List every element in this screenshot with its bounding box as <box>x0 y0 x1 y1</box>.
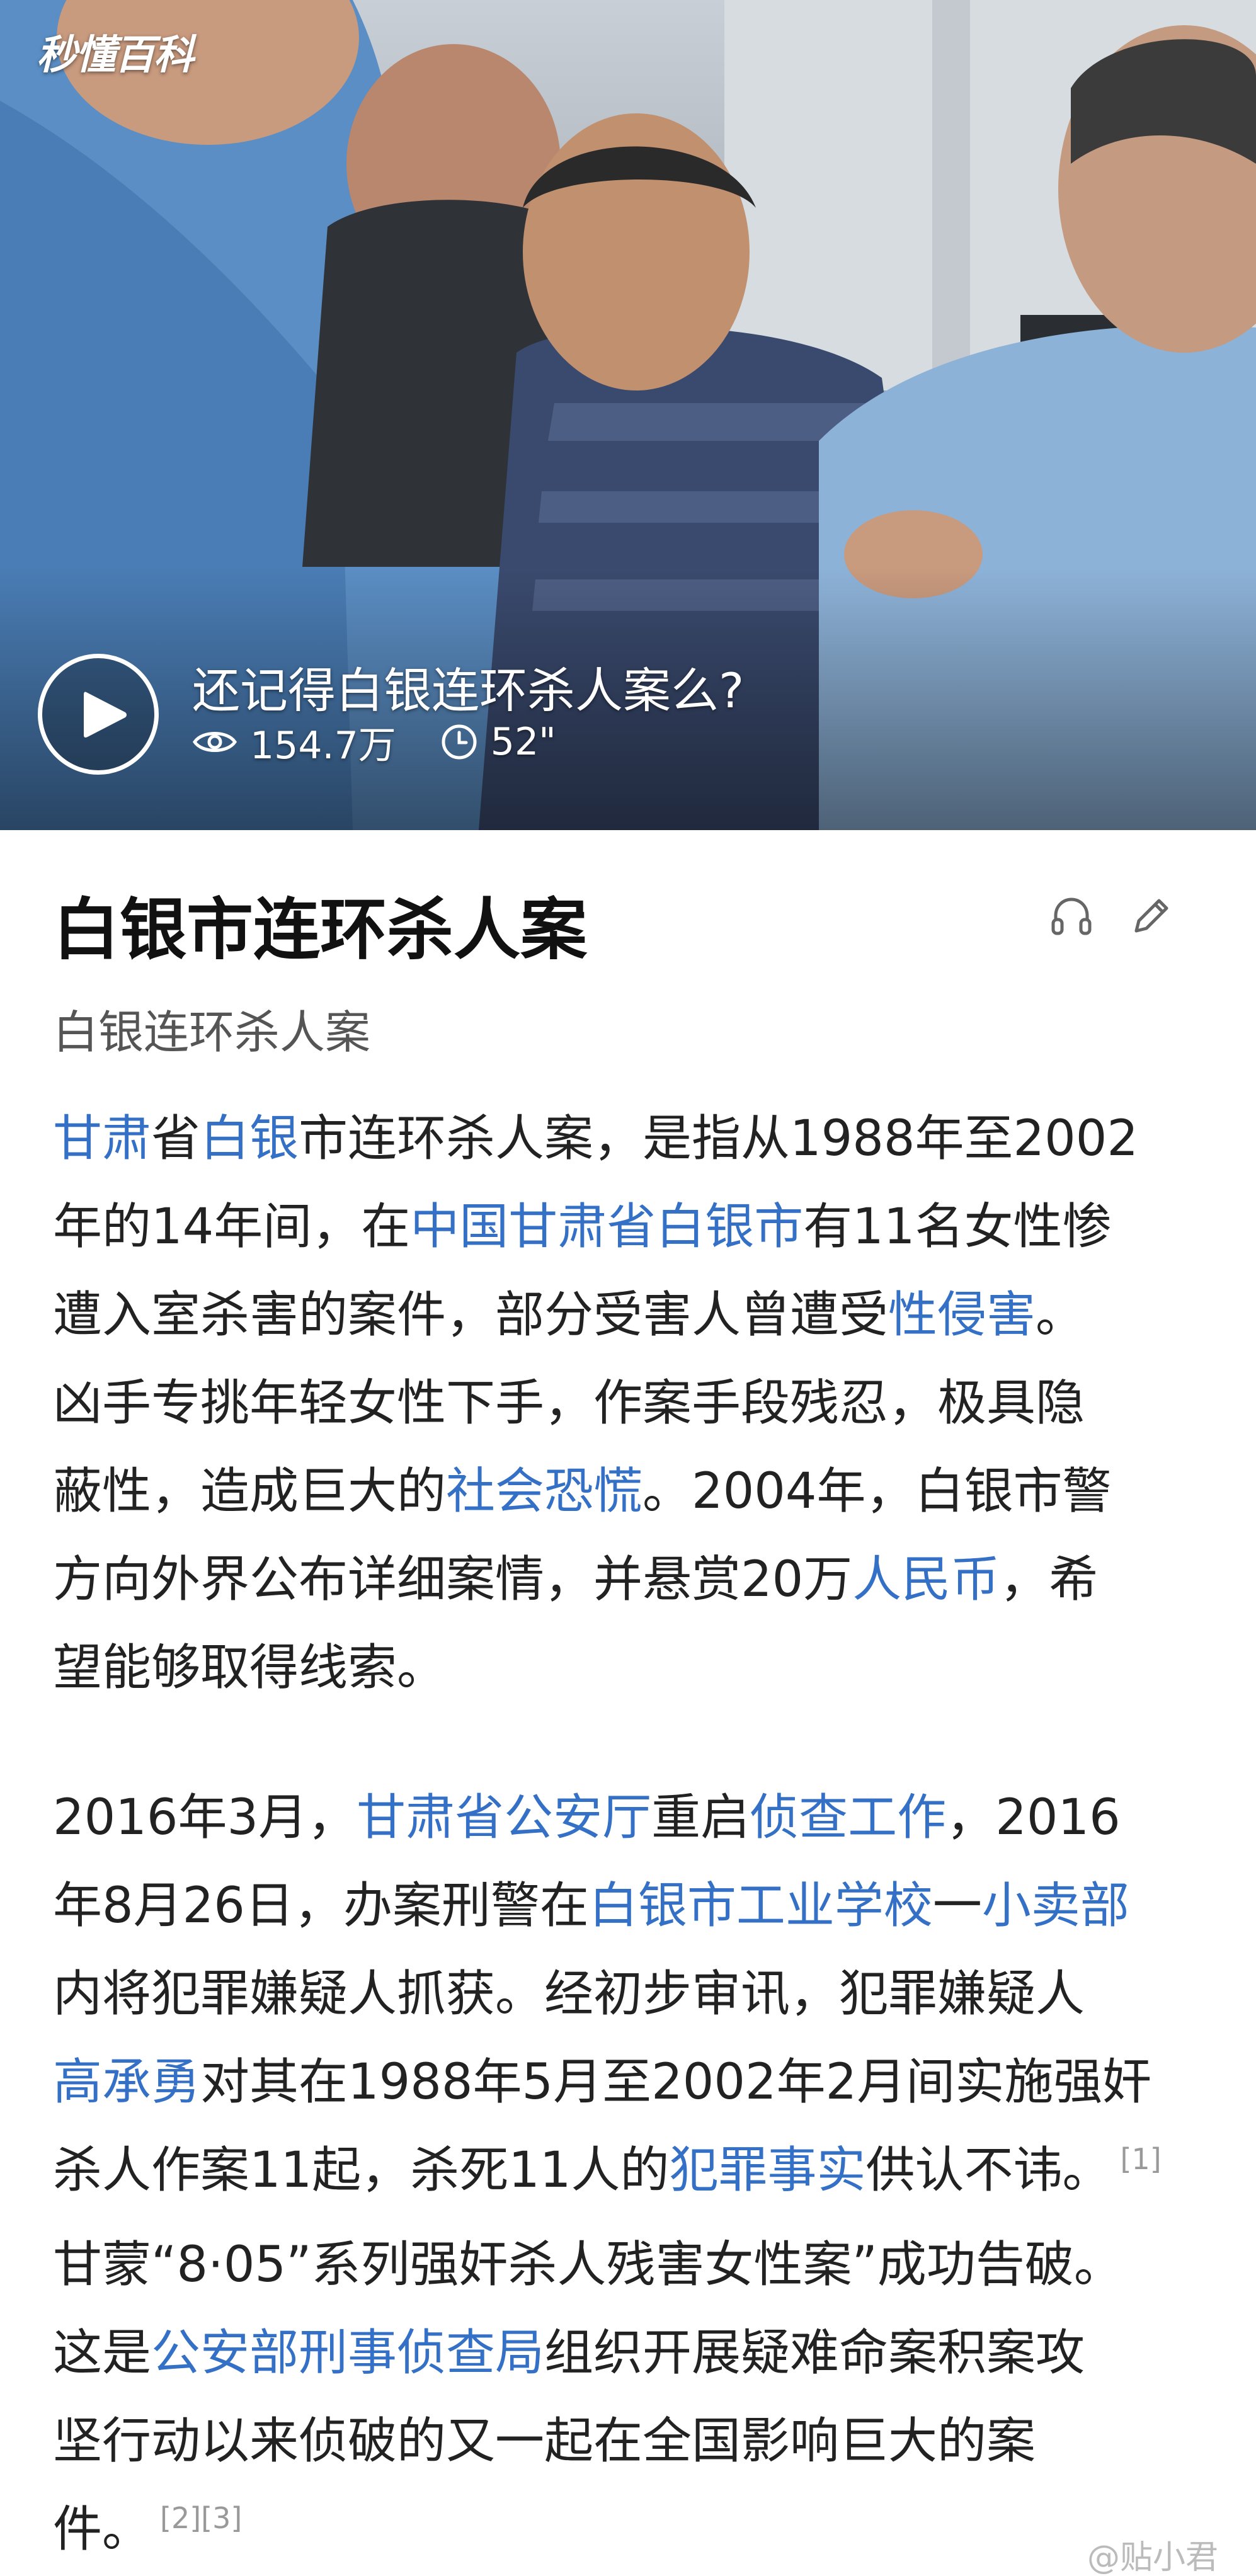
text-line: 高承勇对其在1988年5月至2002年2月间实施强奸 <box>53 2038 1206 2126</box>
video-title[interactable]: 还记得白银连环杀人案么? <box>192 652 744 721</box>
video-player[interactable]: 秒懂百科 还记得白银连环杀人案么? 154.7万 52" <box>0 0 1256 830</box>
text-line: 方向外界公布详细案情，并悬赏20万人民币，希 <box>53 1536 1206 1624</box>
entry-subtitle: 白银连环杀人案 <box>53 1006 371 1059</box>
paragraph-text: 年的14年间，在 <box>53 1199 411 1255</box>
text-line: 甘肃省白银市连环杀人案，是指从1988年至2002 <box>53 1095 1206 1183</box>
text-line: 甘蒙“8·05”系列强奸杀人残害女性案”成功告破。 <box>53 2221 1206 2309</box>
video-watermark: 秒懂百科 <box>37 32 194 79</box>
text-line: 年的14年间，在中国甘肃省白银市有11名女性惨 <box>53 1183 1206 1271</box>
pencil-icon[interactable] <box>1128 893 1174 940</box>
paragraph-text: 蔽性，造成巨大的 <box>53 1463 447 1520</box>
paragraph-text: 省 <box>151 1110 201 1167</box>
wiki-link[interactable]: 高承勇 <box>53 2054 200 2111</box>
paragraph-text: 有11名女性惨 <box>803 1199 1112 1255</box>
video-meta: 154.7万 52" <box>192 717 556 768</box>
paragraph-text: 组织开展疑难命案积案攻 <box>544 2325 1085 2381</box>
paragraph-text: 内将犯罪嫌疑人抓获。经初步审讯，犯罪嫌疑人 <box>53 1966 1085 2022</box>
wiki-link[interactable]: 侦查工作 <box>750 1789 946 1846</box>
paragraph-text: 2016年3月， <box>53 1789 357 1846</box>
view-count: 154.7万 <box>250 723 396 768</box>
play-button[interactable] <box>38 654 159 775</box>
wiki-link[interactable]: 犯罪事实 <box>670 2142 866 2199</box>
paragraph-text: 年8月26日，办案刑警在 <box>53 1878 589 1934</box>
paragraph-text: 遭入室杀害的案件，部分受害人曾遭受 <box>53 1287 889 1343</box>
paragraph-text: 望能够取得线索。 <box>53 1639 447 1696</box>
wiki-link[interactable]: 白银 <box>200 1110 299 1167</box>
play-icon <box>84 692 127 738</box>
paragraph-text: ，希 <box>1000 1551 1099 1608</box>
text-line: 望能够取得线索。 <box>53 1624 1206 1712</box>
text-line: 坚行动以来侦破的又一起在全国影响巨大的案 <box>53 2397 1206 2485</box>
wiki-link[interactable]: 中国甘肃省白银市 <box>410 1199 803 1255</box>
text-line: 2016年3月，甘肃省公安厅重启侦查工作，2016 <box>53 1774 1206 1862</box>
weibo-watermark: @贴小君 <box>1087 2539 1218 2576</box>
paragraph-text: 一 <box>932 1878 982 1934</box>
text-line: 这是公安部刑事侦查局组织开展疑难命案积案攻 <box>53 2309 1206 2397</box>
page: 秒懂百科 还记得白银连环杀人案么? 154.7万 52" 白银市连环杀人案 白银… <box>0 0 1256 2576</box>
headphones-icon[interactable] <box>1048 893 1095 940</box>
wiki-link[interactable]: 小卖部 <box>982 1878 1129 1934</box>
eye-icon <box>192 732 237 752</box>
summary-paragraph: 甘肃省白银市连环杀人案，是指从1988年至2002 年的14年间，在中国甘肃省白银… <box>53 1095 1206 1712</box>
citation-ref[interactable]: [2][3] <box>160 2501 242 2535</box>
paragraph-text: 。 <box>1036 1287 1085 1343</box>
wiki-link[interactable]: 性侵害 <box>888 1287 1036 1343</box>
paragraph-text: 杀人作案11起，杀死11人的 <box>53 2142 670 2199</box>
paragraph-text: 市连环杀人案，是指从1988年至2002 <box>299 1110 1139 1167</box>
paragraph-text: 坚行动以来侦破的又一起在全国影响巨大的案 <box>53 2413 1036 2470</box>
paragraph-text: 对其在1988年5月至2002年2月间实施强奸 <box>200 2054 1152 2111</box>
wiki-link[interactable]: 人民币 <box>852 1551 1000 1608</box>
text-line: 件。 [2][3] <box>53 2485 1206 2576</box>
paragraph-text: 这是 <box>53 2325 152 2381</box>
detail-paragraph: 2016年3月，甘肃省公安厅重启侦查工作，2016 年8月26日，办案刑警在白银市… <box>53 1774 1206 2576</box>
text-line: 杀人作案11起，杀死11人的犯罪事实供认不讳。 [1] <box>53 2126 1206 2221</box>
paragraph-text: 甘蒙“8·05”系列强奸杀人残害女性案”成功告破。 <box>53 2237 1123 2293</box>
video-duration: 52" <box>490 720 556 764</box>
text-line: 年8月26日，办案刑警在白银市工业学校一小卖部 <box>53 1862 1206 1950</box>
wiki-link[interactable]: 白银市工业学校 <box>589 1878 933 1934</box>
article: 白银市连环杀人案 白银连环杀人案 甘肃省白银市连环杀人案，是指从1988年至20… <box>0 830 1256 2576</box>
paragraph-text: ，2016 <box>946 1789 1121 1846</box>
paragraph-text: 方向外界公布详细案情，并悬赏20万 <box>53 1551 853 1608</box>
paragraph-text: 件。 <box>53 2501 152 2558</box>
citation-ref[interactable]: [1] <box>1121 2142 1162 2176</box>
paragraph-text: 。2004年，白银市警 <box>642 1463 1112 1520</box>
text-line: 遭入室杀害的案件，部分受害人曾遭受性侵害。 <box>53 1271 1206 1359</box>
wiki-link[interactable]: 甘肃省公安厅 <box>357 1789 651 1846</box>
paragraph-text: 重启 <box>651 1789 750 1846</box>
text-line: 内将犯罪嫌疑人抓获。经初步审讯，犯罪嫌疑人 <box>53 1950 1206 2038</box>
text-line: 蔽性，造成巨大的社会恐慌。2004年，白银市警 <box>53 1447 1206 1536</box>
clock-icon <box>442 724 477 760</box>
wiki-link[interactable]: 甘肃 <box>53 1110 151 1167</box>
entry-title: 白银市连环杀人案 <box>53 891 587 969</box>
wiki-link[interactable]: 社会恐慌 <box>446 1463 642 1520</box>
paragraph-text: 供认不讳。 <box>865 2142 1112 2199</box>
wiki-link[interactable]: 公安部刑事侦查局 <box>151 2325 544 2381</box>
text-line: 凶手专挑年轻女性下手，作案手段残忍，极具隐 <box>53 1359 1206 1447</box>
paragraph-text: 凶手专挑年轻女性下手，作案手段残忍，极具隐 <box>53 1375 1085 1432</box>
